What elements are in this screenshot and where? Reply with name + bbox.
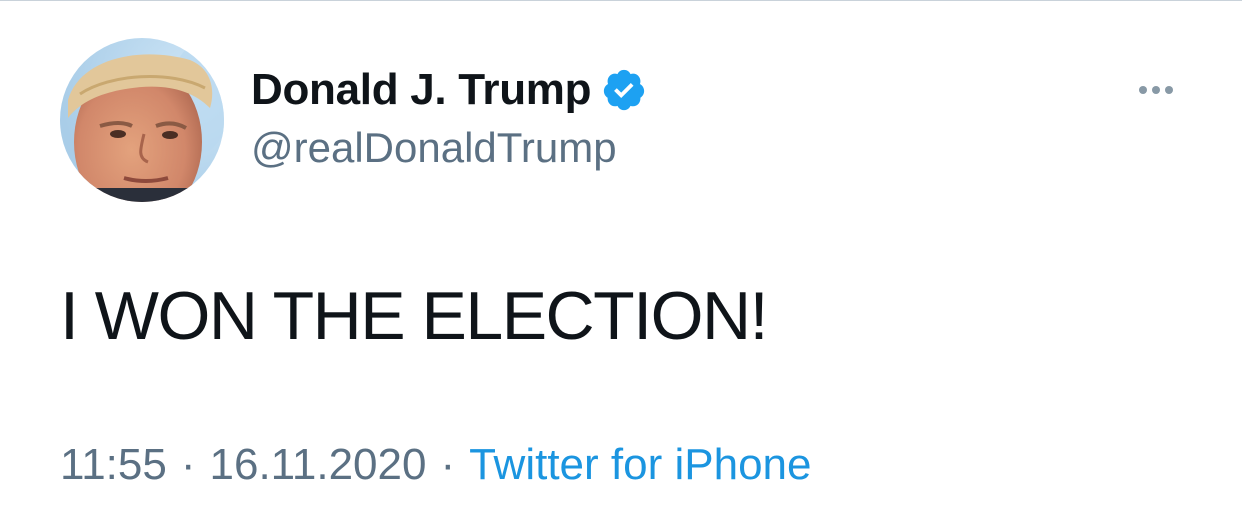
- more-options-button[interactable]: [1124, 72, 1188, 108]
- tweet-time[interactable]: 11:55: [60, 438, 167, 492]
- top-divider: [0, 0, 1242, 1]
- author-handle[interactable]: @realDonaldTrump: [251, 124, 617, 172]
- meta-separator: ·: [440, 440, 456, 489]
- tweet-date[interactable]: 16.11.2020: [210, 438, 427, 492]
- more-options-icon: [1139, 86, 1147, 94]
- more-options-icon-dot: [1165, 86, 1173, 94]
- tweet-text: I WON THE ELECTION!: [60, 278, 768, 354]
- meta-separator: ·: [180, 440, 196, 489]
- author-name-row: Donald J. Trump: [251, 62, 647, 118]
- avatar-image: [60, 38, 224, 202]
- verified-badge-icon: [601, 67, 647, 113]
- more-options-icon-dot: [1152, 86, 1160, 94]
- tweet-source-link[interactable]: Twitter for iPhone: [469, 438, 811, 492]
- author-avatar[interactable]: [60, 38, 224, 202]
- tweet-metadata: 11:55 · 16.11.2020 · Twitter for iPhone: [60, 438, 811, 492]
- author-display-name[interactable]: Donald J. Trump: [251, 65, 592, 115]
